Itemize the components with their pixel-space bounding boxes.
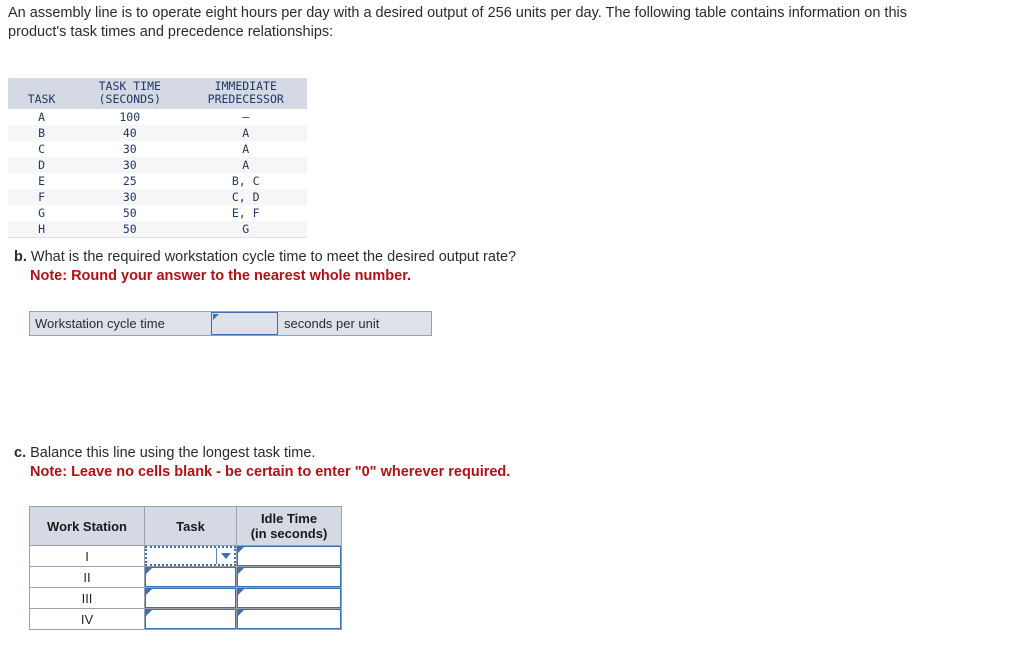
intro-paragraph: An assembly line is to operate eight hou… xyxy=(8,5,907,40)
idle-header-line2: (in seconds) xyxy=(250,526,328,541)
answer-row-unit: seconds per unit xyxy=(284,316,380,331)
table-row: H 50 G xyxy=(8,221,307,238)
table-row: G 50 E, F xyxy=(8,205,307,221)
question-b-text: What is the required workstation cycle t… xyxy=(30,249,517,265)
task-input-row-3[interactable] xyxy=(145,588,236,608)
answer-row-label: Workstation cycle time xyxy=(35,316,165,331)
balance-header-work-station: Work Station xyxy=(29,506,145,546)
cell-task-time: 30 xyxy=(122,190,137,204)
task-select-row-1[interactable] xyxy=(145,546,236,566)
table-row: D 30 A xyxy=(8,157,307,173)
chevron-down-icon[interactable] xyxy=(216,548,234,564)
task-input-row-2[interactable] xyxy=(145,567,236,587)
cell-work-station: III xyxy=(29,587,145,609)
balance-header-idle-time: Idle Time (in seconds) xyxy=(236,506,342,546)
cell-task-input-container[interactable] xyxy=(144,608,237,630)
cell-task: E xyxy=(38,174,45,188)
line-balance-table: Work Station Task Idle Time (in seconds)… xyxy=(29,506,342,630)
predecessor-header-line2: PREDECESSOR xyxy=(207,92,284,106)
cell-idle-input-container[interactable] xyxy=(236,608,342,630)
table-row: A 100 — xyxy=(8,109,307,125)
task-table-header-row: TASK TASK TIME (SECONDS) IMMEDIATE PREDE… xyxy=(8,78,307,109)
cell-task-time: 25 xyxy=(122,174,137,188)
cell-idle-input-container[interactable] xyxy=(236,587,342,609)
cell-predecessor: C, D xyxy=(231,190,260,204)
task-input-row-4[interactable] xyxy=(145,609,236,629)
cell-task: F xyxy=(38,190,45,204)
cell-task-time: 30 xyxy=(122,142,137,156)
task-table-header-task: TASK xyxy=(8,78,76,109)
question-b: b. What is the required workstation cycl… xyxy=(14,248,516,286)
idle-time-input-row-2[interactable] xyxy=(237,567,341,587)
workstation-cycle-time-answer-row: Workstation cycle time seconds per unit xyxy=(29,311,432,336)
cell-task-time: 100 xyxy=(119,110,141,124)
workstation-cycle-time-input[interactable] xyxy=(211,312,278,335)
cell-work-station: IV xyxy=(29,608,145,630)
cell-predecessor: E, F xyxy=(231,206,260,220)
task-table-header-predecessor: IMMEDIATE PREDECESSOR xyxy=(184,78,307,109)
cell-task: D xyxy=(38,158,45,172)
task-table-header-task-time: TASK TIME (SECONDS) xyxy=(75,78,185,109)
cell-task-time: 30 xyxy=(122,158,137,172)
table-row: C 30 A xyxy=(8,141,307,157)
idle-header-line1: Idle Time xyxy=(260,511,318,526)
cell-idle-input-container[interactable] xyxy=(236,545,342,567)
cell-task: H xyxy=(38,222,45,236)
idle-time-input-row-4[interactable] xyxy=(237,609,341,629)
table-row: I xyxy=(29,545,342,567)
cell-task: C xyxy=(38,142,45,156)
cell-task-time: 40 xyxy=(122,126,137,140)
question-c-text: Balance this line using the longest task… xyxy=(30,445,316,461)
balance-header-task: Task xyxy=(144,506,237,546)
cell-predecessor: G xyxy=(242,222,250,236)
cell-task-input-container[interactable] xyxy=(144,566,237,588)
question-c-label: c. xyxy=(14,445,27,461)
cell-predecessor: A xyxy=(242,158,250,172)
question-c: c. Balance this line using the longest t… xyxy=(14,444,510,482)
cell-work-station: I xyxy=(29,545,145,567)
table-row: IV xyxy=(29,608,342,630)
question-b-label: b. xyxy=(14,249,27,265)
idle-time-input-row-3[interactable] xyxy=(237,588,341,608)
question-c-note: Note: Leave no cells blank - be certain … xyxy=(30,464,511,480)
cell-task-time: 50 xyxy=(122,222,137,236)
balance-table-header-row: Work Station Task Idle Time (in seconds) xyxy=(29,506,342,546)
cell-task-input-container[interactable] xyxy=(144,587,237,609)
task-time-header-line2: (SECONDS) xyxy=(98,92,161,106)
cell-predecessor: — xyxy=(242,110,250,124)
table-row: III xyxy=(29,587,342,609)
table-row: B 40 A xyxy=(8,125,307,141)
cell-task-select-container[interactable] xyxy=(144,545,237,567)
cell-task: G xyxy=(38,206,45,220)
cell-work-station: II xyxy=(29,566,145,588)
cell-idle-input-container[interactable] xyxy=(236,566,342,588)
cell-task: A xyxy=(38,110,45,124)
cell-predecessor: A xyxy=(242,126,250,140)
task-time-table: TASK TASK TIME (SECONDS) IMMEDIATE PREDE… xyxy=(8,78,307,238)
question-b-note: Note: Round your answer to the nearest w… xyxy=(30,268,412,284)
cell-task: B xyxy=(38,126,45,140)
cell-task-time: 50 xyxy=(122,206,137,220)
table-row: E 25 B, C xyxy=(8,173,307,189)
cell-predecessor: B, C xyxy=(231,174,260,188)
table-row: F 30 C, D xyxy=(8,189,307,205)
table-row: II xyxy=(29,566,342,588)
cell-predecessor: A xyxy=(242,142,250,156)
idle-time-input-row-1[interactable] xyxy=(237,546,341,566)
